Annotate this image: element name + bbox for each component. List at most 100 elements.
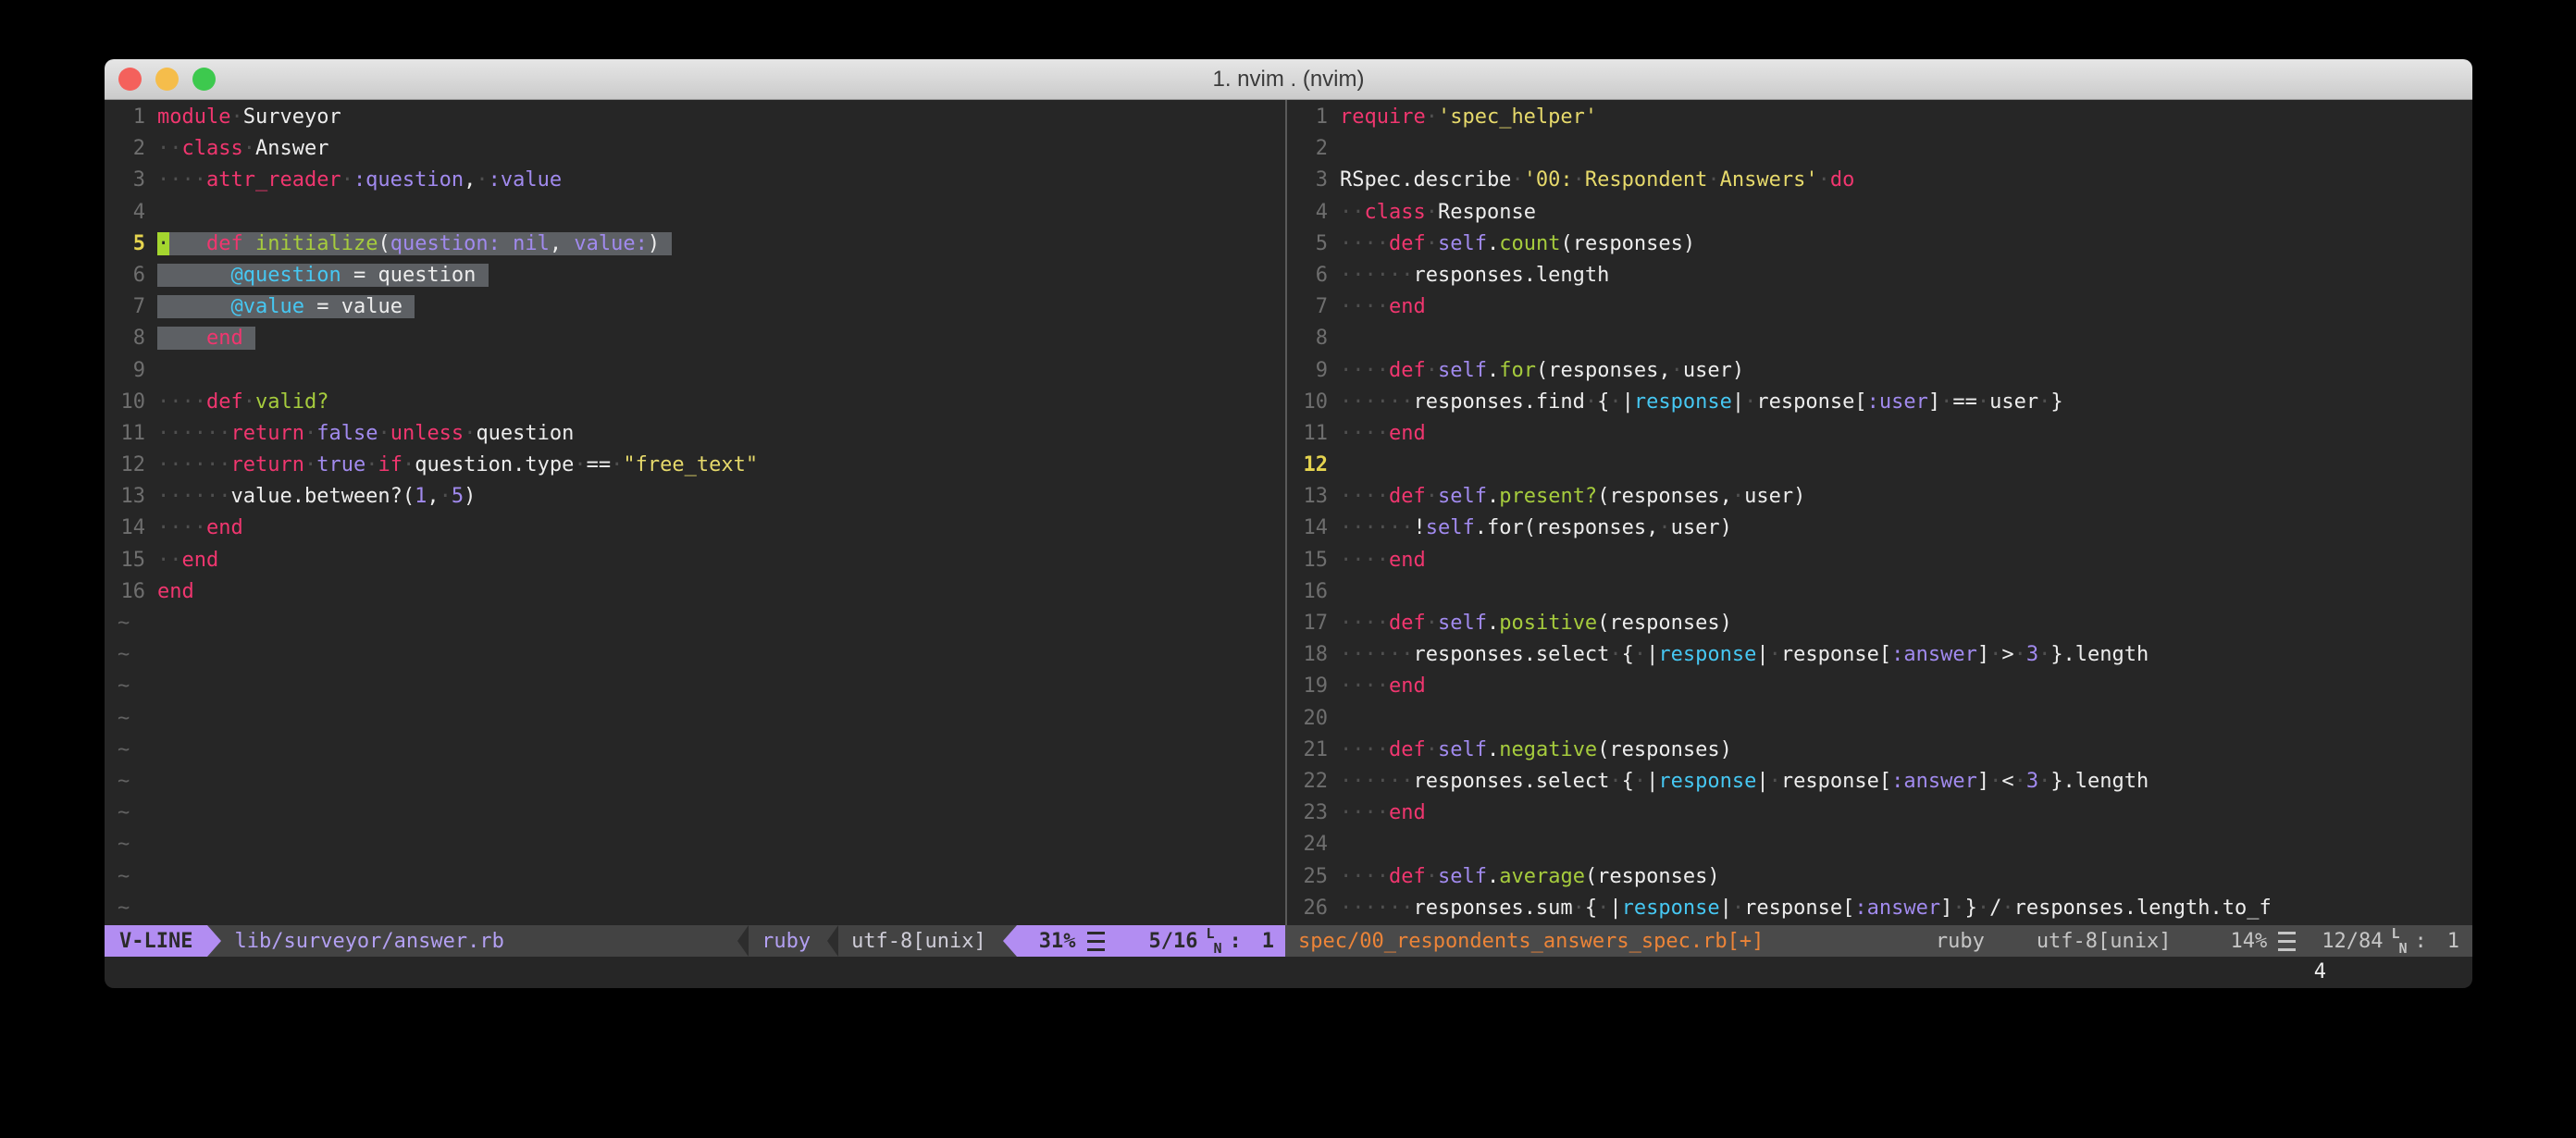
code-line[interactable]: 7 @value = value bbox=[118, 291, 1285, 323]
code-token: { bbox=[1622, 770, 1634, 793]
code-token: responses.select bbox=[1413, 643, 1609, 666]
right-pane[interactable]: 1require·'spec_helper'23RSpec.describe·'… bbox=[1287, 100, 2472, 925]
code-text: ····def·self.count(responses) bbox=[1340, 232, 1695, 255]
code-token: . bbox=[1487, 232, 1499, 255]
code-token: · bbox=[464, 422, 476, 445]
code-token: . bbox=[1487, 612, 1499, 635]
code-line[interactable]: 1require·'spec_helper' bbox=[1300, 102, 2472, 133]
code-line[interactable]: 7····end bbox=[1300, 291, 2472, 323]
close-button[interactable] bbox=[118, 68, 142, 91]
code-line[interactable]: 14······!self.for(responses,·user) bbox=[1300, 513, 2472, 544]
code-line[interactable]: 17····def·self.positive(responses) bbox=[1300, 608, 2472, 639]
code-line[interactable]: 11······return·false·unless·question bbox=[118, 418, 1285, 450]
code-token: (responses, bbox=[1536, 359, 1671, 382]
command-line[interactable]: 4 bbox=[105, 957, 2472, 988]
code-line[interactable]: 6······responses.length bbox=[1300, 260, 2472, 291]
code-line[interactable]: 12······return·true·if·question.type·==·… bbox=[118, 450, 1285, 481]
line-number: 13 bbox=[118, 481, 145, 513]
code-token: } bbox=[2050, 390, 2062, 414]
code-line[interactable]: 21····def·self.negative(responses) bbox=[1300, 735, 2472, 766]
code-line[interactable]: 24 bbox=[1300, 829, 2472, 860]
code-token: ] bbox=[1977, 770, 1989, 793]
code-token: · bbox=[1585, 390, 1597, 414]
code-line[interactable]: 19····end bbox=[1300, 671, 2472, 702]
code-text: ····def·self.present?(responses,·user) bbox=[1340, 485, 1805, 508]
code-line[interactable]: 6 @question = question bbox=[118, 260, 1285, 291]
code-token: · bbox=[574, 453, 586, 476]
code-token: nil bbox=[513, 232, 550, 255]
code-line[interactable]: 18······responses.select·{·|response|·re… bbox=[1300, 639, 2472, 671]
code-token: { bbox=[1597, 390, 1609, 414]
code-line[interactable]: 3····attr_reader·:question,·:value bbox=[118, 165, 1285, 196]
line-number: 1 bbox=[1300, 102, 1328, 133]
code-line[interactable]: 23····end bbox=[1300, 798, 2472, 829]
left-file-name: lib/surveyor/answer.rb bbox=[221, 930, 503, 953]
code-token: positive bbox=[1499, 612, 1597, 635]
code-token: average bbox=[1499, 865, 1585, 888]
code-line[interactable]: 16 bbox=[1300, 576, 2472, 608]
code-line[interactable]: 2··class·Answer bbox=[118, 133, 1285, 165]
code-line[interactable]: 5····def·self.count(responses) bbox=[1300, 229, 2472, 260]
code-line[interactable]: 3RSpec.describe·'00:·Respondent·Answers'… bbox=[1300, 165, 2472, 196]
code-line[interactable]: 26······responses.sum·{·|response|·respo… bbox=[1300, 893, 2472, 924]
code-token: self bbox=[1426, 516, 1475, 539]
code-token: | bbox=[1646, 770, 1658, 793]
code-line[interactable]: 10····def·valid? bbox=[118, 387, 1285, 418]
code-token: :answer bbox=[1854, 897, 1940, 920]
code-token: responses.find bbox=[1413, 390, 1584, 414]
code-line[interactable]: 14····end bbox=[118, 513, 1285, 544]
code-text: ··class·Answer bbox=[157, 137, 328, 160]
code-token: end bbox=[206, 327, 243, 350]
code-text: ····def·self.positive(responses) bbox=[1340, 612, 1732, 635]
code-token: responses.length bbox=[1413, 264, 1609, 287]
code-line[interactable]: 4··class·Response bbox=[1300, 197, 2472, 229]
code-line[interactable]: 22······responses.select·{·|response|·re… bbox=[1300, 766, 2472, 798]
left-pane[interactable]: 1module·Surveyor2··class·Answer3····attr… bbox=[105, 100, 1285, 925]
line-number: 23 bbox=[1300, 798, 1328, 829]
code-line[interactable]: 15··end bbox=[118, 545, 1285, 576]
code-token: · bbox=[1769, 770, 1781, 793]
code-line[interactable]: 20 bbox=[1300, 703, 2472, 735]
line-number: 14 bbox=[1300, 513, 1328, 544]
code-line[interactable]: 8 bbox=[1300, 323, 2472, 354]
code-token: user) bbox=[1683, 359, 1744, 382]
fullscreen-button[interactable] bbox=[192, 68, 216, 91]
code-line[interactable]: 2 bbox=[1300, 133, 2472, 165]
code-token: question: bbox=[390, 232, 501, 255]
code-line[interactable]: 25····def·self.average(responses) bbox=[1300, 861, 2472, 893]
code-line[interactable]: 1module·Surveyor bbox=[118, 102, 1285, 133]
code-token: :answer bbox=[1891, 643, 1977, 666]
code-token: · bbox=[1658, 516, 1670, 539]
code-line[interactable]: 11····end bbox=[1300, 418, 2472, 450]
code-line[interactable]: 5· def initialize(question: nil, value:) bbox=[118, 229, 1285, 260]
code-line[interactable]: 12 bbox=[1300, 450, 2472, 481]
code-token: · bbox=[304, 453, 316, 476]
code-token bbox=[562, 232, 574, 255]
code-token: response[ bbox=[1744, 897, 1854, 920]
position-colon: : bbox=[2415, 930, 2427, 953]
code-token: · bbox=[2038, 770, 2050, 793]
code-token: { bbox=[1622, 643, 1634, 666]
code-line[interactable]: 9 bbox=[118, 355, 1285, 387]
code-token: 1 bbox=[415, 485, 427, 508]
line-number: 3 bbox=[1300, 165, 1328, 196]
code-token: , bbox=[550, 232, 562, 255]
code-line[interactable]: 4 bbox=[118, 197, 1285, 229]
code-line[interactable]: 13······value.between?(1,·5) bbox=[118, 481, 1285, 513]
code-line[interactable]: 15····end bbox=[1300, 545, 2472, 576]
window-titlebar[interactable]: 1. nvim . (nvim) bbox=[105, 59, 2472, 100]
code-line[interactable]: 10······responses.find·{·|response|·resp… bbox=[1300, 387, 2472, 418]
code-token: ···· bbox=[1340, 295, 1389, 318]
minimize-button[interactable] bbox=[155, 68, 179, 91]
code-token: ···· bbox=[1340, 738, 1389, 761]
code-line[interactable]: 8 end bbox=[118, 323, 1285, 354]
code-line[interactable]: 9····def·self.for(responses,·user) bbox=[1300, 355, 2472, 387]
code-token: · bbox=[1426, 738, 1438, 761]
code-token: ···· bbox=[157, 168, 206, 192]
code-line[interactable]: 13····def·self.present?(responses,·user) bbox=[1300, 481, 2472, 513]
code-token: end bbox=[1389, 549, 1426, 572]
code-line[interactable]: 16end bbox=[118, 576, 1285, 608]
left-line-position: 5/16 bbox=[1149, 930, 1198, 953]
code-token: valid? bbox=[255, 390, 328, 414]
line-number: 3 bbox=[118, 165, 145, 196]
